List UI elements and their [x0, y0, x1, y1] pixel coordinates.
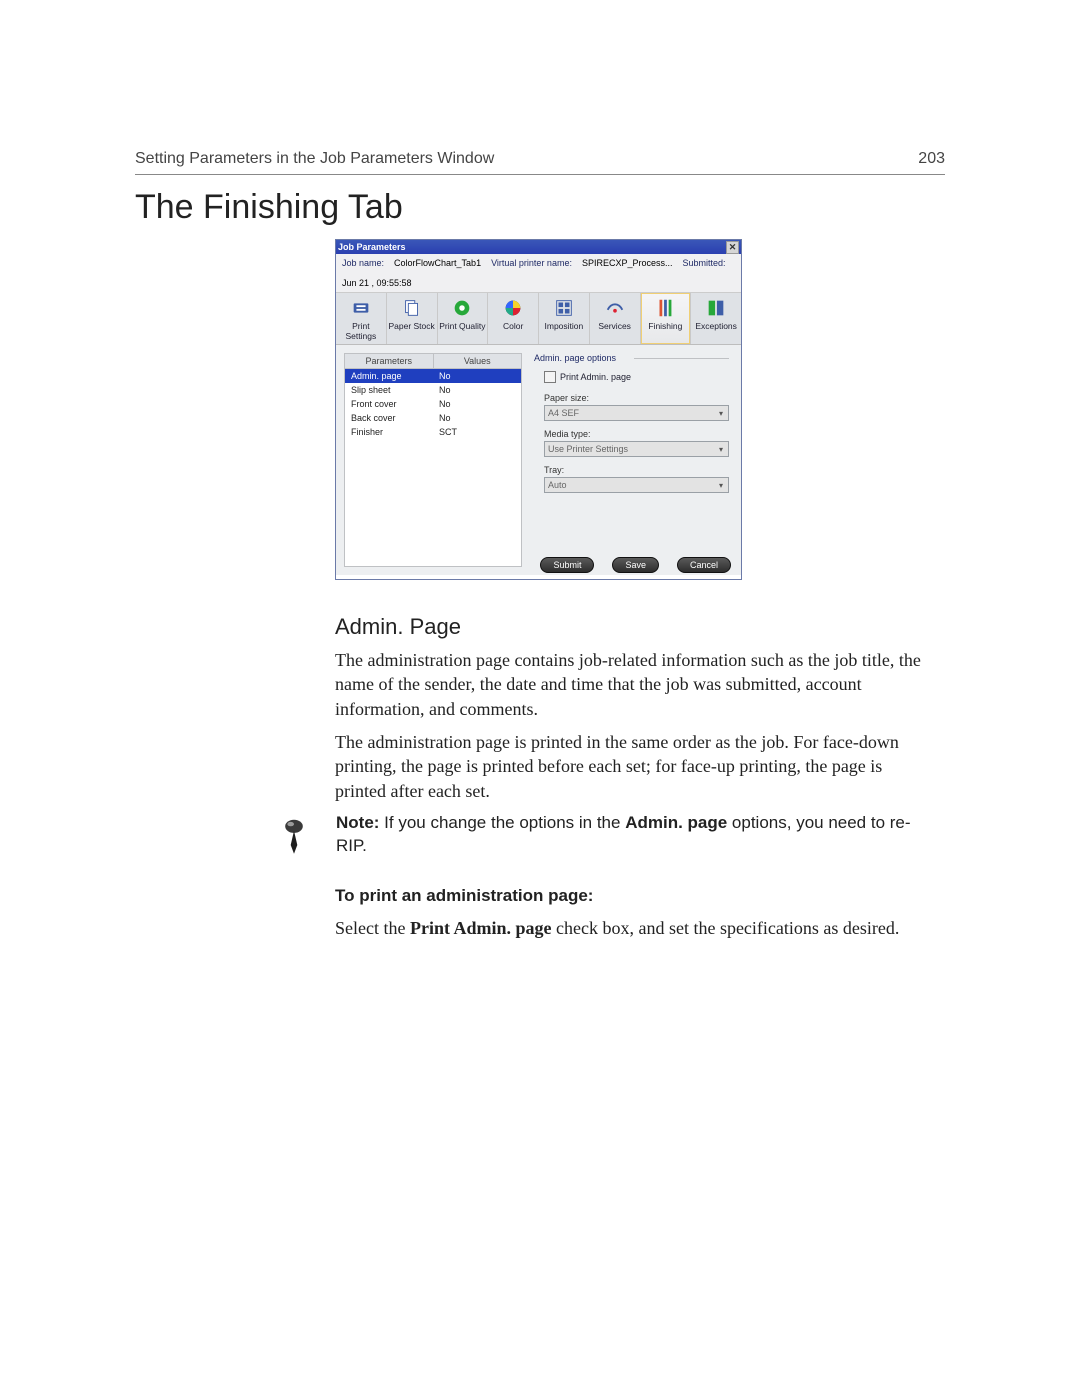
- select-value: A4 SEF: [548, 408, 579, 418]
- note: Note: If you change the options in the A…: [272, 812, 935, 861]
- titlebar: Job Parameters ✕: [336, 240, 741, 254]
- parameter-table: Parameters Values Admin. page No Slip sh…: [344, 353, 522, 567]
- page-heading: The Finishing Tab: [135, 188, 403, 227]
- procedure-body: Select the Print Admin. page check box, …: [335, 916, 935, 940]
- job-parameters-window: Job Parameters ✕ Job name: ColorFlowChar…: [335, 239, 742, 580]
- tab-label: Print Quality: [438, 321, 488, 331]
- vpn-label: Virtual printer name:: [491, 258, 572, 268]
- col-values: Values: [434, 354, 522, 368]
- window-title: Job Parameters: [338, 242, 406, 252]
- table-row[interactable]: Finisher SCT: [345, 425, 521, 439]
- running-head: Setting Parameters in the Job Parameters…: [135, 150, 945, 175]
- table-row[interactable]: Slip sheet No: [345, 383, 521, 397]
- note-bold: Admin. page: [625, 813, 727, 832]
- dialog-buttons: Submit Save Cancel: [540, 557, 731, 573]
- tab-services[interactable]: Services: [590, 293, 641, 344]
- tray-select[interactable]: Auto ▾: [544, 477, 729, 493]
- color-icon: [502, 297, 524, 319]
- tab-print-quality[interactable]: Print Quality: [438, 293, 489, 344]
- paragraph: The administration page is printed in th…: [335, 730, 935, 803]
- procedure-bold: Print Admin. page: [410, 918, 552, 938]
- table-row[interactable]: Front cover No: [345, 397, 521, 411]
- tab-label: Exceptions: [691, 321, 741, 331]
- procedure-pre: Select the: [335, 918, 410, 938]
- tab-exceptions[interactable]: Exceptions: [691, 293, 741, 344]
- section-title: Setting Parameters in the Job Parameters…: [135, 150, 494, 168]
- cell-value: No: [433, 383, 521, 397]
- col-parameters: Parameters: [345, 354, 434, 368]
- submit-button[interactable]: Submit: [540, 557, 594, 573]
- tab-imposition[interactable]: Imposition: [539, 293, 590, 344]
- tray-label: Tray:: [544, 465, 729, 475]
- tab-label: Finishing: [641, 321, 691, 331]
- job-name-label: Job name:: [342, 258, 384, 268]
- cell-parameter: Back cover: [345, 411, 433, 425]
- note-text-1: If you change the options in the: [379, 813, 625, 832]
- table-row[interactable]: Admin. page No: [345, 369, 521, 383]
- tab-finishing[interactable]: Finishing: [641, 293, 692, 344]
- job-name-value: ColorFlowChart_Tab1: [394, 258, 481, 268]
- tab-label: Services: [590, 321, 640, 331]
- paper-size-label: Paper size:: [544, 393, 729, 403]
- finishing-panel: Parameters Values Admin. page No Slip sh…: [336, 345, 741, 575]
- pushpin-icon: [272, 812, 316, 861]
- note-text: Note: If you change the options in the A…: [336, 812, 935, 858]
- options-legend: Admin. page options: [534, 353, 729, 363]
- cell-parameter: Front cover: [345, 397, 433, 411]
- info-bar: Job name: ColorFlowChart_Tab1 Virtual pr…: [336, 254, 741, 293]
- submitted-value: Jun 21 , 09:55:58: [342, 278, 412, 288]
- note-prefix: Note:: [336, 813, 379, 832]
- parameter-table-header: Parameters Values: [345, 354, 521, 369]
- chevron-down-icon: ▾: [717, 481, 725, 489]
- services-icon: [604, 297, 626, 319]
- tab-print-settings[interactable]: Print Settings: [336, 293, 387, 344]
- cell-value: No: [433, 397, 521, 411]
- save-button[interactable]: Save: [612, 557, 659, 573]
- cell-value: No: [433, 369, 521, 383]
- print-quality-icon: [451, 297, 473, 319]
- media-type-select[interactable]: Use Printer Settings ▾: [544, 441, 729, 457]
- close-icon[interactable]: ✕: [726, 241, 739, 254]
- chevron-down-icon: ▾: [717, 409, 725, 417]
- chevron-down-icon: ▾: [717, 445, 725, 453]
- tab-label: Color: [488, 321, 538, 331]
- tab-paper-stock[interactable]: Paper Stock: [387, 293, 438, 344]
- submitted-label: Submitted:: [683, 258, 726, 268]
- cell-parameter: Finisher: [345, 425, 433, 439]
- subheading-admin-page: Admin. Page: [335, 614, 461, 640]
- cell-value: No: [433, 411, 521, 425]
- procedure-heading: To print an administration page:: [335, 886, 593, 906]
- document-page: Setting Parameters in the Job Parameters…: [0, 0, 1080, 1397]
- tab-label: Imposition: [539, 321, 589, 331]
- paper-stock-icon: [401, 297, 423, 319]
- admin-page-options: Admin. page options Print Admin. page Pa…: [530, 353, 733, 567]
- page-number: 203: [918, 150, 945, 168]
- category-tabs: Print Settings Paper Stock Print Quality: [336, 293, 741, 345]
- select-value: Use Printer Settings: [548, 444, 628, 454]
- cell-parameter: Admin. page: [345, 369, 433, 383]
- print-admin-page-checkbox[interactable]: Print Admin. page: [544, 371, 729, 383]
- paragraph: The administration page contains job-rel…: [335, 648, 935, 721]
- checkbox-icon: [544, 371, 556, 383]
- tab-label: Print Settings: [336, 321, 386, 341]
- checkbox-label: Print Admin. page: [560, 372, 631, 382]
- table-row[interactable]: Back cover No: [345, 411, 521, 425]
- media-type-label: Media type:: [544, 429, 729, 439]
- cell-parameter: Slip sheet: [345, 383, 433, 397]
- cancel-button[interactable]: Cancel: [677, 557, 731, 573]
- imposition-icon: [553, 297, 575, 319]
- cell-value: SCT: [433, 425, 521, 439]
- finishing-icon: [654, 297, 676, 319]
- tab-color[interactable]: Color: [488, 293, 539, 344]
- select-value: Auto: [548, 480, 567, 490]
- print-settings-icon: [350, 297, 372, 319]
- vpn-value: SPIRECXP_Process...: [582, 258, 673, 268]
- tab-label: Paper Stock: [387, 321, 437, 331]
- procedure-post: check box, and set the specifications as…: [552, 918, 900, 938]
- paper-size-select[interactable]: A4 SEF ▾: [544, 405, 729, 421]
- exceptions-icon: [705, 297, 727, 319]
